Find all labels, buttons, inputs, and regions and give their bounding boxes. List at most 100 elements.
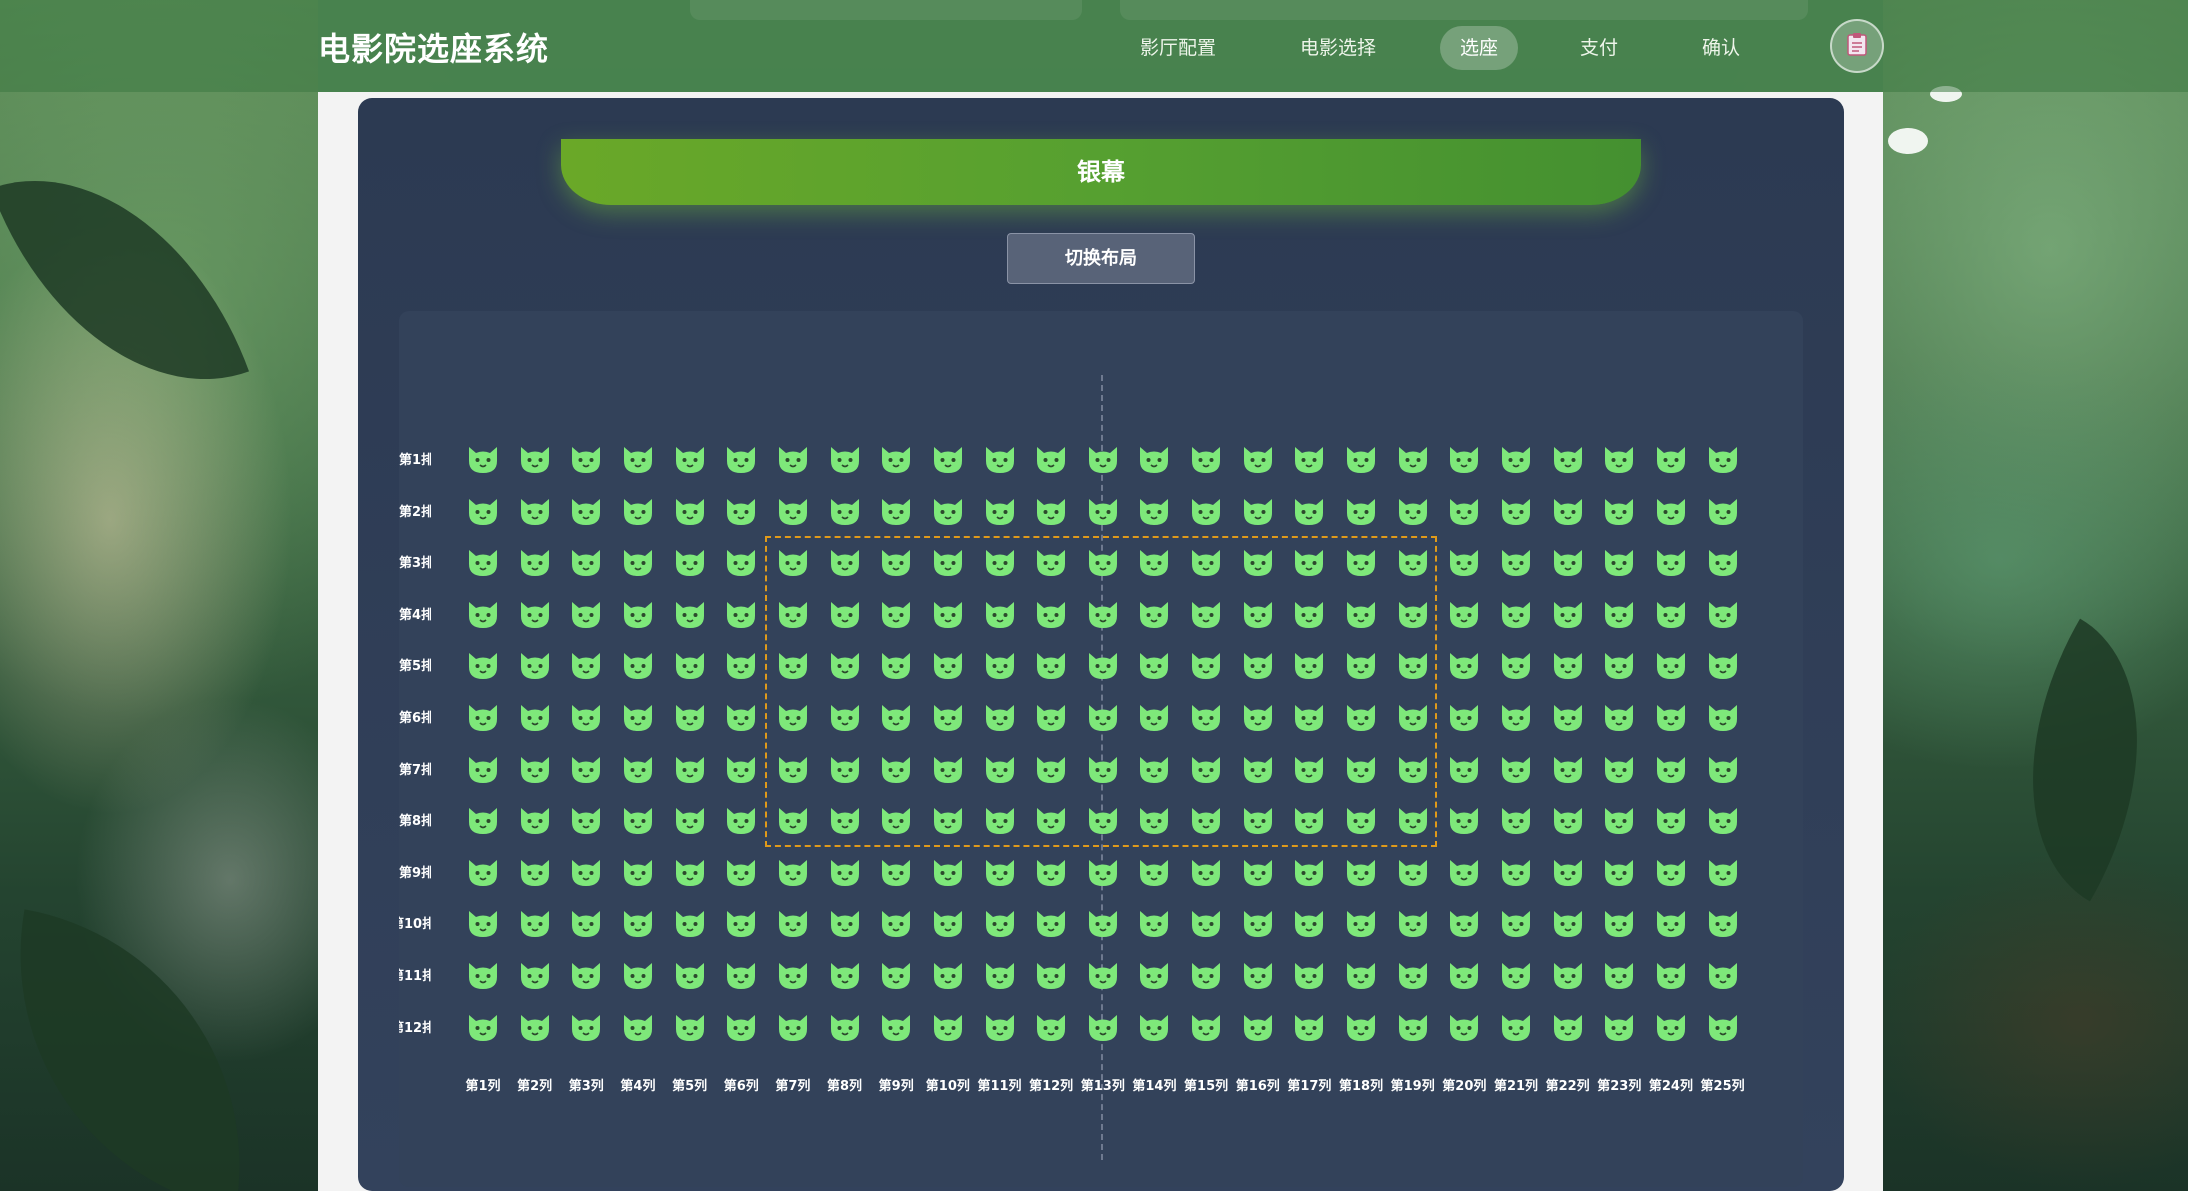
seat-cat-icon[interactable]: [1188, 1009, 1224, 1045]
seat-cat-icon[interactable]: [878, 802, 914, 838]
seat-cat-icon[interactable]: [672, 493, 708, 529]
seat-cat-icon[interactable]: [1446, 854, 1482, 890]
seat-cat-icon[interactable]: [1291, 854, 1327, 890]
seat-cat-icon[interactable]: [1291, 596, 1327, 632]
seat-cat-icon[interactable]: [568, 699, 604, 735]
seat-cat-icon[interactable]: [827, 1009, 863, 1045]
seat-cat-icon[interactable]: [465, 1009, 501, 1045]
seat-cat-icon[interactable]: [1136, 1009, 1172, 1045]
seat-cat-icon[interactable]: [827, 493, 863, 529]
seat-cat-icon[interactable]: [878, 441, 914, 477]
seat-cat-icon[interactable]: [723, 1009, 759, 1045]
seat-cat-icon[interactable]: [775, 751, 811, 787]
seat-cat-icon[interactable]: [1085, 854, 1121, 890]
seat-cat-icon[interactable]: [465, 854, 501, 890]
seat-cat-icon[interactable]: [1446, 751, 1482, 787]
seat-cat-icon[interactable]: [672, 441, 708, 477]
seat-cat-icon[interactable]: [568, 1009, 604, 1045]
seat-cat-icon[interactable]: [620, 596, 656, 632]
seat-cat-icon[interactable]: [1601, 802, 1637, 838]
seat-cat-icon[interactable]: [1291, 544, 1327, 580]
seat-cat-icon[interactable]: [517, 493, 553, 529]
seat-cat-icon[interactable]: [465, 493, 501, 529]
seat-cat-icon[interactable]: [827, 802, 863, 838]
seat-cat-icon[interactable]: [1085, 596, 1121, 632]
seat-cat-icon[interactable]: [1136, 441, 1172, 477]
seat-cat-icon[interactable]: [1705, 854, 1741, 890]
seat-cat-icon[interactable]: [620, 957, 656, 993]
seat-cat-icon[interactable]: [1446, 699, 1482, 735]
seat-cat-icon[interactable]: [1343, 596, 1379, 632]
seat-cat-icon[interactable]: [1291, 441, 1327, 477]
seat-cat-icon[interactable]: [1705, 699, 1741, 735]
seat-cat-icon[interactable]: [1550, 699, 1586, 735]
seat-cat-icon[interactable]: [672, 905, 708, 941]
seat-cat-icon[interactable]: [775, 544, 811, 580]
seat-cat-icon[interactable]: [1085, 647, 1121, 683]
seat-cat-icon[interactable]: [1188, 596, 1224, 632]
seat-cat-icon[interactable]: [1446, 493, 1482, 529]
seat-cat-icon[interactable]: [1240, 699, 1276, 735]
seat-cat-icon[interactable]: [930, 647, 966, 683]
seat-cat-icon[interactable]: [775, 441, 811, 477]
seat-cat-icon[interactable]: [1085, 544, 1121, 580]
seat-cat-icon[interactable]: [1033, 802, 1069, 838]
seat-cat-icon[interactable]: [1498, 647, 1534, 683]
seat-cat-icon[interactable]: [1498, 905, 1534, 941]
seat-cat-icon[interactable]: [1033, 544, 1069, 580]
seat-cat-icon[interactable]: [1395, 493, 1431, 529]
seat-cat-icon[interactable]: [878, 751, 914, 787]
seat-cat-icon[interactable]: [1240, 957, 1276, 993]
seat-cat-icon[interactable]: [982, 802, 1018, 838]
seat-cat-icon[interactable]: [672, 544, 708, 580]
seat-cat-icon[interactable]: [1705, 802, 1741, 838]
seat-cat-icon[interactable]: [1136, 544, 1172, 580]
seat-cat-icon[interactable]: [1705, 544, 1741, 580]
seat-cat-icon[interactable]: [1343, 441, 1379, 477]
seat-cat-icon[interactable]: [1343, 751, 1379, 787]
seat-cat-icon[interactable]: [1240, 751, 1276, 787]
seat-cat-icon[interactable]: [1291, 493, 1327, 529]
seat-cat-icon[interactable]: [465, 802, 501, 838]
seat-cat-icon[interactable]: [1446, 957, 1482, 993]
seat-cat-icon[interactable]: [1550, 1009, 1586, 1045]
seat-cat-icon[interactable]: [1136, 854, 1172, 890]
seat-cat-icon[interactable]: [1395, 905, 1431, 941]
seat-cat-icon[interactable]: [1136, 699, 1172, 735]
seat-cat-icon[interactable]: [1446, 441, 1482, 477]
seat-cat-icon[interactable]: [1188, 441, 1224, 477]
seat-cat-icon[interactable]: [1498, 493, 1534, 529]
seat-cat-icon[interactable]: [1033, 1009, 1069, 1045]
seat-cat-icon[interactable]: [1601, 905, 1637, 941]
seat-cat-icon[interactable]: [1085, 751, 1121, 787]
seat-cat-icon[interactable]: [827, 544, 863, 580]
seat-cat-icon[interactable]: [1240, 802, 1276, 838]
seat-cat-icon[interactable]: [672, 1009, 708, 1045]
seat-cat-icon[interactable]: [827, 905, 863, 941]
seat-cat-icon[interactable]: [1188, 802, 1224, 838]
seat-cat-icon[interactable]: [1085, 441, 1121, 477]
seat-cat-icon[interactable]: [1343, 647, 1379, 683]
seat-cat-icon[interactable]: [1343, 544, 1379, 580]
seat-cat-icon[interactable]: [982, 854, 1018, 890]
seat-cat-icon[interactable]: [1498, 751, 1534, 787]
seat-cat-icon[interactable]: [723, 647, 759, 683]
seat-cat-icon[interactable]: [568, 957, 604, 993]
seat-cat-icon[interactable]: [465, 905, 501, 941]
seat-cat-icon[interactable]: [1705, 751, 1741, 787]
seat-cat-icon[interactable]: [517, 544, 553, 580]
seat-cat-icon[interactable]: [1601, 751, 1637, 787]
seat-cat-icon[interactable]: [878, 905, 914, 941]
seat-cat-icon[interactable]: [620, 1009, 656, 1045]
seat-cat-icon[interactable]: [1343, 699, 1379, 735]
seat-cat-icon[interactable]: [878, 647, 914, 683]
seat-cat-icon[interactable]: [1033, 493, 1069, 529]
seat-cat-icon[interactable]: [1601, 596, 1637, 632]
seat-cat-icon[interactable]: [930, 544, 966, 580]
seat-cat-icon[interactable]: [672, 854, 708, 890]
seat-cat-icon[interactable]: [1188, 647, 1224, 683]
seat-cat-icon[interactable]: [465, 441, 501, 477]
seat-cat-icon[interactable]: [1188, 493, 1224, 529]
seat-cat-icon[interactable]: [1601, 647, 1637, 683]
seat-cat-icon[interactable]: [1395, 957, 1431, 993]
